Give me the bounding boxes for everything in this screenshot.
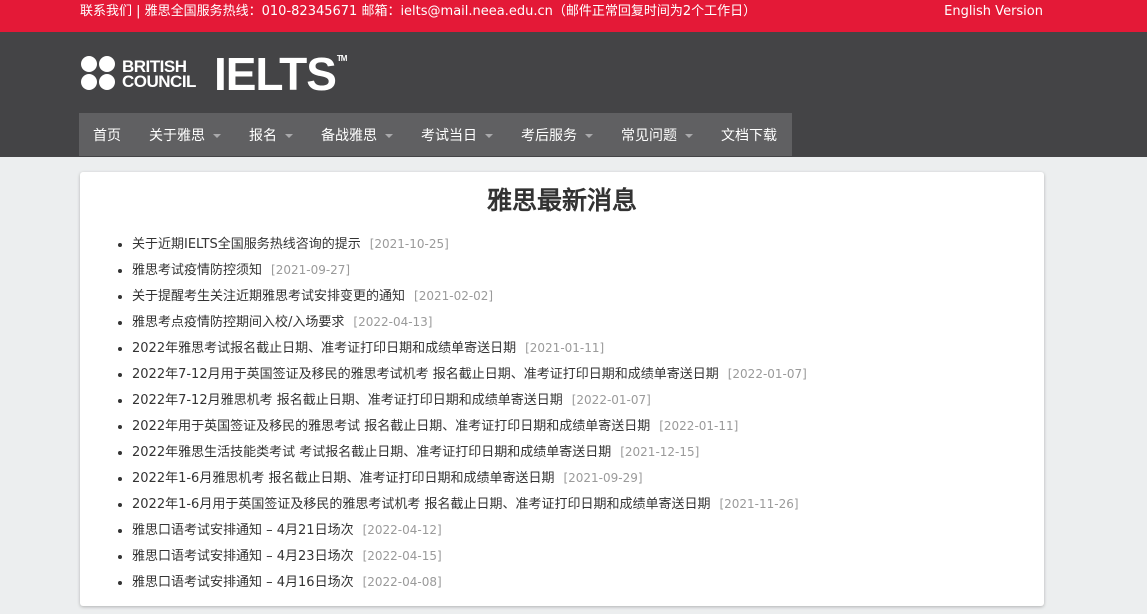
news-link[interactable]: 雅思口语考试安排通知 – 4月16日场次: [132, 575, 354, 590]
nav-item-label: 报名: [249, 127, 277, 144]
news-date: [2022-04-15]: [362, 549, 442, 563]
news-link[interactable]: 关于近期IELTS全国服务热线咨询的提示: [132, 237, 361, 252]
nav-item-label: 备战雅思: [321, 127, 377, 144]
news-date: [2021-09-29]: [563, 471, 643, 485]
news-date: [2021-01-11]: [525, 341, 605, 355]
list-item: 关于近期IELTS全国服务热线咨询的提示 [2021-10-25]: [132, 232, 807, 258]
main-nav: 首页 关于雅思 报名 备战雅思 考试当日 考后服务 常见问题 文档下载: [79, 113, 792, 156]
contact-info: 联系我们 | 雅思全国服务热线：010-82345671 邮箱：ielts@ma…: [80, 4, 757, 19]
news-date: [2021-02-02]: [414, 289, 494, 303]
nav-item-6[interactable]: 常见问题: [607, 113, 707, 156]
caret-down-icon: [385, 134, 393, 138]
caret-down-icon: [285, 134, 293, 138]
news-panel: 雅思最新消息 关于近期IELTS全国服务热线咨询的提示 [2021-10-25] 雅…: [80, 172, 1044, 606]
list-item: 雅思考试疫情防控须知 [2021-09-27]: [132, 258, 807, 284]
nav-item-label: 考后服务: [521, 127, 577, 144]
list-item: 雅思口语考试安排通知 – 4月21日场次 [2022-04-12]: [132, 518, 807, 544]
list-item: 关于提醒考生关注近期雅思考试安排变更的通知 [2021-02-02]: [132, 284, 807, 310]
page-title: 雅思最新消息: [486, 186, 637, 215]
nav-item-4[interactable]: 考试当日: [407, 113, 507, 156]
news-link[interactable]: 2022年雅思生活技能类考试 考试报名截止日期、准考证打印日期和成绩单寄送日期: [132, 445, 611, 460]
list-item: 2022年1-6月用于英国签证及移民的雅思考试机考 报名截止日期、准考证打印日期…: [132, 492, 807, 518]
ielts-wordmark: IELTSTM: [214, 51, 348, 97]
nav-item-7[interactable]: 文档下载: [707, 113, 791, 156]
news-link[interactable]: 2022年用于英国签证及移民的雅思考试 报名截止日期、准考证打印日期和成绩单寄送…: [132, 419, 650, 434]
logo-trademark: TM: [336, 54, 348, 63]
nav-item-0[interactable]: 首页: [79, 113, 135, 156]
news-link[interactable]: 雅思考试疫情防控须知: [132, 263, 262, 278]
news-date: [2022-01-07]: [727, 367, 807, 381]
nav-item-2[interactable]: 报名: [235, 113, 307, 156]
caret-down-icon: [213, 134, 221, 138]
news-date: [2021-12-15]: [620, 445, 700, 459]
news-date: [2022-01-11]: [659, 419, 739, 433]
list-item: 雅思口语考试安排通知 – 4月23日场次 [2022-04-15]: [132, 544, 807, 570]
list-item: 2022年1-6月雅思机考 报名截止日期、准考证打印日期和成绩单寄送日期 [202…: [132, 466, 807, 492]
site-logo[interactable]: BRITISH COUNCIL IELTSTM: [81, 51, 348, 97]
list-item: 雅思考点疫情防控期间入校/入场要求 [2022-04-13]: [132, 310, 807, 336]
logo-council: COUNCIL: [122, 72, 196, 91]
news-link[interactable]: 2022年1-6月雅思机考 报名截止日期、准考证打印日期和成绩单寄送日期: [132, 471, 554, 486]
list-item: 雅思口语考试安排通知 – 4月16日场次 [2022-04-08]: [132, 570, 807, 596]
site-header: BRITISH COUNCIL IELTSTM 首页 关于雅思 报名 备战雅思 考试当日…: [0, 32, 1147, 157]
news-link[interactable]: 雅思口语考试安排通知 – 4月23日场次: [132, 549, 354, 564]
caret-down-icon: [485, 134, 493, 138]
nav-item-5[interactable]: 考后服务: [507, 113, 607, 156]
news-link[interactable]: 雅思考点疫情防控期间入校/入场要求: [132, 315, 344, 330]
logo-ielts: IELTS: [213, 48, 337, 100]
top-contact-bar: 联系我们 | 雅思全国服务热线：010-82345671 邮箱：ielts@ma…: [0, 0, 1147, 32]
news-date: [2022-04-13]: [353, 315, 433, 329]
news-date: [2022-04-12]: [362, 523, 442, 537]
nav-item-1[interactable]: 关于雅思: [135, 113, 235, 156]
news-date: [2022-04-08]: [362, 575, 442, 589]
news-list: 关于近期IELTS全国服务热线咨询的提示 [2021-10-25] 雅思考试疫情防控…: [116, 232, 807, 596]
british-council-dots-icon: [81, 56, 117, 92]
list-item: 2022年7-12月用于英国签证及移民的雅思考试机考 报名截止日期、准考证打印日…: [132, 362, 807, 388]
english-version-link[interactable]: English Version: [944, 4, 1043, 20]
list-item: 2022年雅思考试报名截止日期、准考证打印日期和成绩单寄送日期 [2021-01-…: [132, 336, 807, 362]
list-item: 2022年雅思生活技能类考试 考试报名截止日期、准考证打印日期和成绩单寄送日期 […: [132, 440, 807, 466]
news-link[interactable]: 2022年7-12月用于英国签证及移民的雅思考试机考 报名截止日期、准考证打印日…: [132, 367, 719, 382]
news-link[interactable]: 2022年雅思考试报名截止日期、准考证打印日期和成绩单寄送日期: [132, 341, 516, 356]
nav-item-3[interactable]: 备战雅思: [307, 113, 407, 156]
news-link[interactable]: 2022年7-12月雅思机考 报名截止日期、准考证打印日期和成绩单寄送日期: [132, 393, 563, 408]
news-date: [2021-11-26]: [719, 497, 799, 511]
nav-item-label: 常见问题: [621, 127, 677, 144]
news-link[interactable]: 雅思口语考试安排通知 – 4月21日场次: [132, 523, 354, 538]
list-item: 2022年7-12月雅思机考 报名截止日期、准考证打印日期和成绩单寄送日期 [20…: [132, 388, 807, 414]
news-link[interactable]: 关于提醒考生关注近期雅思考试安排变更的通知: [132, 289, 405, 304]
news-link[interactable]: 2022年1-6月用于英国签证及移民的雅思考试机考 报名截止日期、准考证打印日期…: [132, 497, 710, 512]
nav-item-label: 文档下载: [721, 127, 777, 144]
news-date: [2021-09-27]: [271, 263, 351, 277]
british-council-wordmark: BRITISH COUNCIL: [122, 58, 196, 91]
caret-down-icon: [585, 134, 593, 138]
caret-down-icon: [685, 134, 693, 138]
news-date: [2022-01-07]: [571, 393, 651, 407]
nav-item-label: 考试当日: [421, 127, 477, 144]
nav-item-label: 关于雅思: [149, 127, 205, 144]
list-item: 2022年用于英国签证及移民的雅思考试 报名截止日期、准考证打印日期和成绩单寄送…: [132, 414, 807, 440]
news-date: [2021-10-25]: [369, 237, 449, 251]
nav-item-label: 首页: [93, 127, 121, 144]
